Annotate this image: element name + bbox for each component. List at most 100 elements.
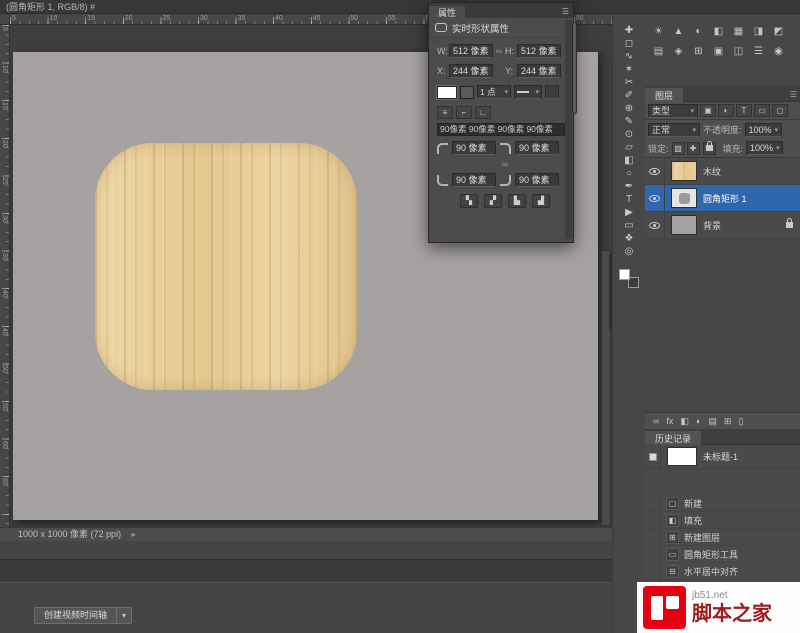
shape-tool-icon[interactable]: ▭ — [617, 219, 641, 232]
stroke-option-icon[interactable]: ∟ — [475, 106, 491, 119]
layer-row-wood[interactable]: 木纹 — [645, 158, 800, 185]
corner-top-left-field[interactable]: 90 像素 — [452, 141, 496, 155]
combine-shapes-icon[interactable]: ▚ — [460, 194, 478, 208]
stroke-width-select[interactable]: 1 点 — [477, 85, 511, 99]
visibility-toggle[interactable] — [645, 185, 665, 211]
layer-name[interactable]: 背景 — [703, 219, 721, 232]
rounded-rect-wood-shape[interactable] — [95, 143, 357, 390]
stroke-option-icon[interactable]: ⌐ — [456, 106, 472, 119]
foreground-color-swatch[interactable] — [619, 269, 630, 280]
link-layers-icon[interactable]: ∞ — [653, 414, 659, 429]
lock-position-icon[interactable]: ✚ — [687, 142, 700, 155]
history-source-column[interactable] — [645, 495, 661, 511]
crop-tool-icon[interactable]: ✂ — [617, 76, 641, 89]
eyedropper-tool-icon[interactable]: ✐ — [617, 89, 641, 102]
brush-tool-icon[interactable]: ✎ — [617, 115, 641, 128]
filter-smart-objects-icon[interactable]: ◻ — [772, 104, 788, 117]
fill-select[interactable]: 100% — [746, 141, 783, 155]
curves-adjustment-icon[interactable]: ◐ — [690, 24, 707, 40]
stroke-color-swatch[interactable] — [460, 86, 474, 99]
snapshot-thumbnail[interactable] — [667, 447, 697, 466]
exclude-shape-icon[interactable]: ▟ — [532, 194, 550, 208]
invert-adjustment-icon[interactable]: ◫ — [730, 44, 747, 60]
clone-stamp-tool-icon[interactable]: ⊙ — [617, 128, 641, 141]
new-layer-icon[interactable]: ⊞ — [724, 414, 732, 429]
vibrance-adjustment-icon[interactable]: ▦ — [730, 24, 747, 40]
pen-tool-icon[interactable]: ✒ — [617, 180, 641, 193]
history-step-new[interactable]: ▢ 新建 — [645, 495, 800, 512]
layer-thumbnail[interactable] — [671, 215, 697, 235]
black-white-adjustment-icon[interactable]: ▤ — [650, 44, 667, 60]
filter-pixel-layers-icon[interactable]: ▣ — [700, 104, 716, 117]
color-swatches[interactable] — [619, 269, 639, 288]
gradient-tool-icon[interactable]: ◧ — [617, 154, 641, 167]
history-step-new-layer[interactable]: ⊞ 新建图层 — [645, 529, 800, 546]
eraser-tool-icon[interactable]: ▱ — [617, 141, 641, 154]
height-field[interactable]: 512 像素 — [517, 44, 561, 58]
corner-bottom-right-field[interactable]: 90 像素 — [515, 173, 559, 187]
filter-shape-layers-icon[interactable]: ▭ — [754, 104, 770, 117]
radius-summary-field[interactable]: 90像素 90像素 90像素 90像素 — [437, 123, 565, 136]
history-source-column[interactable] — [645, 512, 661, 528]
link-dimensions-icon[interactable] — [493, 46, 505, 56]
history-step-align-h-center[interactable]: ⊟ 水平居中对齐 — [645, 563, 800, 580]
healing-brush-tool-icon[interactable]: ⊕ — [617, 102, 641, 115]
blend-mode-select[interactable]: 正常 — [648, 123, 700, 137]
layer-name[interactable]: 木纹 — [703, 165, 721, 178]
history-source-column[interactable] — [645, 563, 661, 579]
create-video-timeline-button[interactable]: 创建视频时间轴 — [34, 607, 117, 624]
y-field[interactable]: 244 像素 — [517, 64, 561, 78]
type-tool-icon[interactable]: T — [617, 193, 641, 206]
exposure-adjustment-icon[interactable]: ◧ — [710, 24, 727, 40]
layer-filter-select[interactable]: 类型 — [648, 104, 698, 118]
blur-tool-icon[interactable]: ○ — [617, 167, 641, 180]
filter-type-layers-icon[interactable]: T — [736, 104, 752, 117]
snapshot-name[interactable]: 未标题-1 — [703, 450, 738, 463]
delete-layer-icon[interactable]: ▯ — [738, 414, 743, 429]
filter-adjustment-layers-icon[interactable]: ◐ — [718, 104, 734, 117]
intersect-shape-icon[interactable]: ▙ — [508, 194, 526, 208]
properties-scrollbar[interactable] — [565, 20, 572, 239]
photo-filter-adjustment-icon[interactable]: ◈ — [670, 44, 687, 60]
hue-adjustment-icon[interactable]: ◨ — [750, 24, 767, 40]
history-source-toggle[interactable] — [645, 445, 661, 468]
posterize-adjustment-icon[interactable]: ☰ — [750, 44, 767, 60]
layer-style-icon[interactable]: fx — [666, 414, 673, 429]
scrollbar-thumb[interactable] — [572, 22, 577, 114]
visibility-toggle[interactable] — [645, 158, 665, 184]
channel-mixer-adjustment-icon[interactable]: ⊞ — [690, 44, 707, 60]
opacity-select[interactable]: 100% — [745, 123, 782, 137]
width-field[interactable]: 512 像素 — [449, 44, 493, 58]
layer-thumbnail[interactable] — [671, 161, 697, 181]
panel-menu-icon[interactable]: ☰ — [790, 90, 797, 99]
corner-top-right-field[interactable]: 90 像素 — [515, 141, 559, 155]
layer-name[interactable]: 圆角矩形 1 — [703, 192, 747, 205]
lasso-tool-icon[interactable]: ∿ — [617, 50, 641, 63]
layer-row-background[interactable]: 背景 — [645, 212, 800, 239]
status-expand-icon[interactable]: ▸ — [132, 530, 136, 539]
marquee-tool-icon[interactable]: ◻ — [617, 37, 641, 50]
canvas-vertical-scrollbar[interactable] — [601, 250, 611, 526]
layer-row-rounded-rect[interactable]: 圆角矩形 1 — [645, 185, 800, 212]
history-step-fill[interactable]: ◧ 填充 — [645, 512, 800, 529]
history-step-rounded-rect-tool[interactable]: ▭ 圆角矩形工具 — [645, 546, 800, 563]
quick-select-tool-icon[interactable]: ✶ — [617, 63, 641, 76]
layer-group-icon[interactable]: ▤ — [708, 414, 717, 429]
layer-mask-icon[interactable]: ◧ — [680, 414, 689, 429]
brightness-adjustment-icon[interactable]: ☀ — [650, 24, 667, 40]
history-source-column[interactable] — [645, 529, 661, 545]
link-corners-icon[interactable] — [499, 159, 511, 169]
levels-adjustment-icon[interactable]: ▲ — [670, 24, 687, 40]
history-snapshot-row[interactable]: 未标题-1 — [645, 445, 800, 469]
tab-properties[interactable]: 属性 — [429, 6, 465, 21]
x-field[interactable]: 244 像素 — [449, 64, 493, 78]
color-balance-adjustment-icon[interactable]: ◩ — [770, 24, 787, 40]
threshold-adjustment-icon[interactable]: ◉ — [770, 44, 787, 60]
panel-menu-icon[interactable]: ☰ — [562, 7, 569, 16]
history-source-column[interactable] — [645, 546, 661, 562]
subtract-shape-icon[interactable]: ▞ — [484, 194, 502, 208]
stroke-type-select[interactable] — [514, 85, 542, 99]
visibility-toggle[interactable] — [645, 212, 665, 238]
timeline-dropdown-icon[interactable]: ▾ — [117, 607, 132, 624]
move-tool-icon[interactable]: ✚ — [617, 24, 641, 37]
